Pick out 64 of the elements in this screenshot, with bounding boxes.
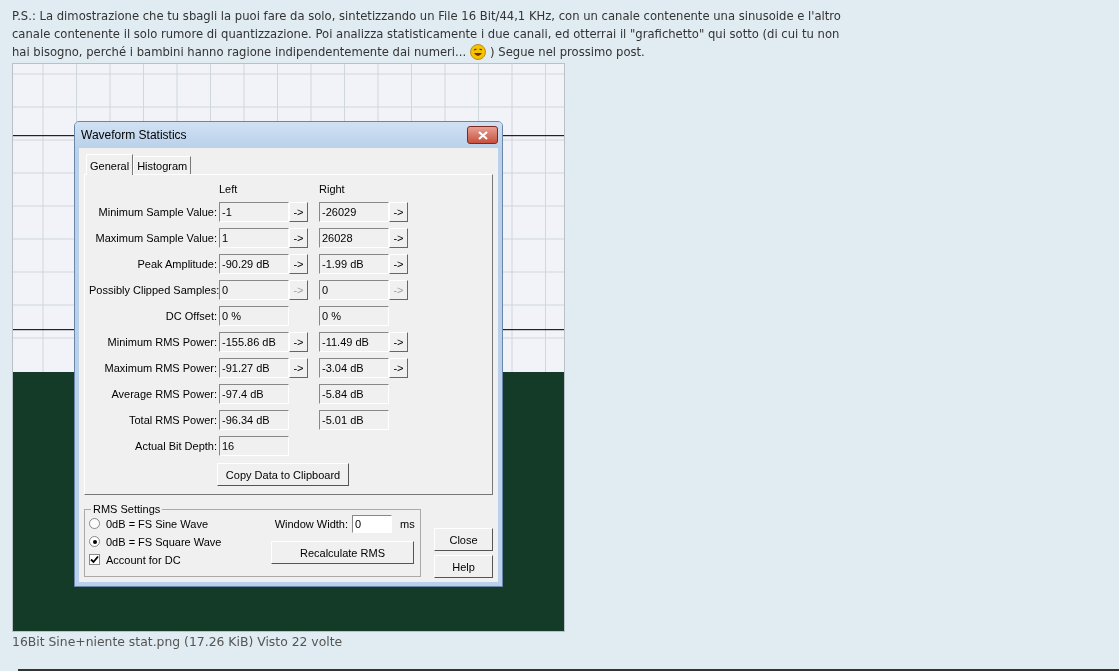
- field-label: Minimum Sample Value:: [97, 206, 218, 218]
- field-label: Total RMS Power:: [127, 414, 218, 426]
- checkbox[interactable]: [89, 554, 100, 565]
- value-field[interactable]: 0 %: [219, 306, 289, 326]
- value-field[interactable]: -155.86 dB: [219, 332, 289, 352]
- copy-button[interactable]: Copy Data to Clipboard: [217, 463, 349, 486]
- jump-button[interactable]: ->: [389, 358, 408, 378]
- field-label: Maximum RMS Power:: [103, 362, 218, 374]
- attachment-caption: 16Bit Sine+niente stat.png (17.26 KiB) Visto 22 volte: [12, 634, 344, 649]
- field-label: Peak Amplitude:: [136, 258, 218, 270]
- jump-button[interactable]: ->: [289, 332, 308, 352]
- radio-label: 0dB = FS Sine Wave: [106, 517, 208, 530]
- field-label: Average RMS Power:: [110, 388, 218, 400]
- close-icon: [477, 130, 488, 140]
- field-label: Maximum Sample Value:: [94, 232, 218, 244]
- radio-label: 0dB = FS Square Wave: [106, 535, 222, 548]
- value-field[interactable]: -1: [219, 202, 289, 222]
- laughing-smiley-icon: [470, 44, 487, 60]
- field-label: Minimum RMS Power:: [106, 336, 218, 348]
- recalculate-button[interactable]: Recalculate RMS: [271, 541, 414, 564]
- window-title: Waveform Statistics: [81, 128, 187, 142]
- tab[interactable]: Histogram: [133, 156, 192, 174]
- value-field[interactable]: -97.4 dB: [219, 384, 289, 404]
- radio-button[interactable]: [89, 536, 100, 547]
- jump-button[interactable]: ->: [289, 358, 308, 378]
- column-header: Left: [219, 183, 239, 195]
- value-field[interactable]: 0 %: [319, 306, 389, 326]
- jump-button[interactable]: ->: [389, 202, 408, 222]
- value-field[interactable]: -1.99 dB: [319, 254, 389, 274]
- field-label: DC Offset:: [164, 310, 218, 322]
- value-field[interactable]: -5.01 dB: [319, 410, 389, 430]
- value-field[interactable]: 16: [219, 436, 289, 456]
- window-width-field[interactable]: 0: [352, 515, 392, 533]
- column-header: Right: [319, 183, 346, 195]
- close-button[interactable]: [467, 126, 498, 144]
- value-field[interactable]: 26028: [319, 228, 389, 248]
- tab[interactable]: General: [86, 154, 134, 175]
- field-label: Window Width:: [274, 518, 348, 530]
- post-text: P.S.: La dimostrazione che tu sbagli la puoi fare da solo, sintetizzando un File 16 Bit/44,1 KHz, con un canale contenente una sinusoide e l'altro: [12, 8, 841, 25]
- value-field[interactable]: -3.04 dB: [319, 358, 389, 378]
- value-field[interactable]: 1: [219, 228, 289, 248]
- jump-button[interactable]: ->: [389, 254, 408, 274]
- dialog-button[interactable]: Help: [434, 555, 493, 578]
- value-field[interactable]: -96.34 dB: [219, 410, 289, 430]
- field-label: Actual Bit Depth:: [134, 440, 218, 452]
- dialog-button[interactable]: Close: [434, 528, 493, 551]
- value-field[interactable]: -11.49 dB: [319, 332, 389, 352]
- jump-button[interactable]: ->: [389, 332, 408, 352]
- group-title: RMS Settings: [92, 503, 162, 515]
- jump-button[interactable]: ->: [289, 202, 308, 222]
- value-field[interactable]: -26029: [319, 202, 389, 222]
- checkbox-label: Account for DC: [106, 553, 181, 566]
- post-text: canale contenente il solo rumore di quantizzazione. Poi analizza statisticamente i due canali, ed otterrai il "grafichetto" qui sotto (di cui tu non: [12, 26, 840, 43]
- post-text: ) Segue nel prossimo post.: [490, 44, 645, 61]
- value-field[interactable]: -91.27 dB: [219, 358, 289, 378]
- post-text: hai bisogno, perché i bambini hanno ragione indipendentemente dai numeri...: [12, 44, 467, 61]
- radio-button[interactable]: [89, 518, 100, 529]
- jump-button[interactable]: ->: [289, 228, 308, 248]
- jump-button[interactable]: ->: [389, 228, 408, 248]
- field-label: Possibly Clipped Samples:: [89, 284, 219, 296]
- jump-button[interactable]: ->: [289, 254, 308, 274]
- unit-label: ms: [400, 518, 414, 530]
- value-field[interactable]: -90.29 dB: [219, 254, 289, 274]
- value-field[interactable]: -5.84 dB: [319, 384, 389, 404]
